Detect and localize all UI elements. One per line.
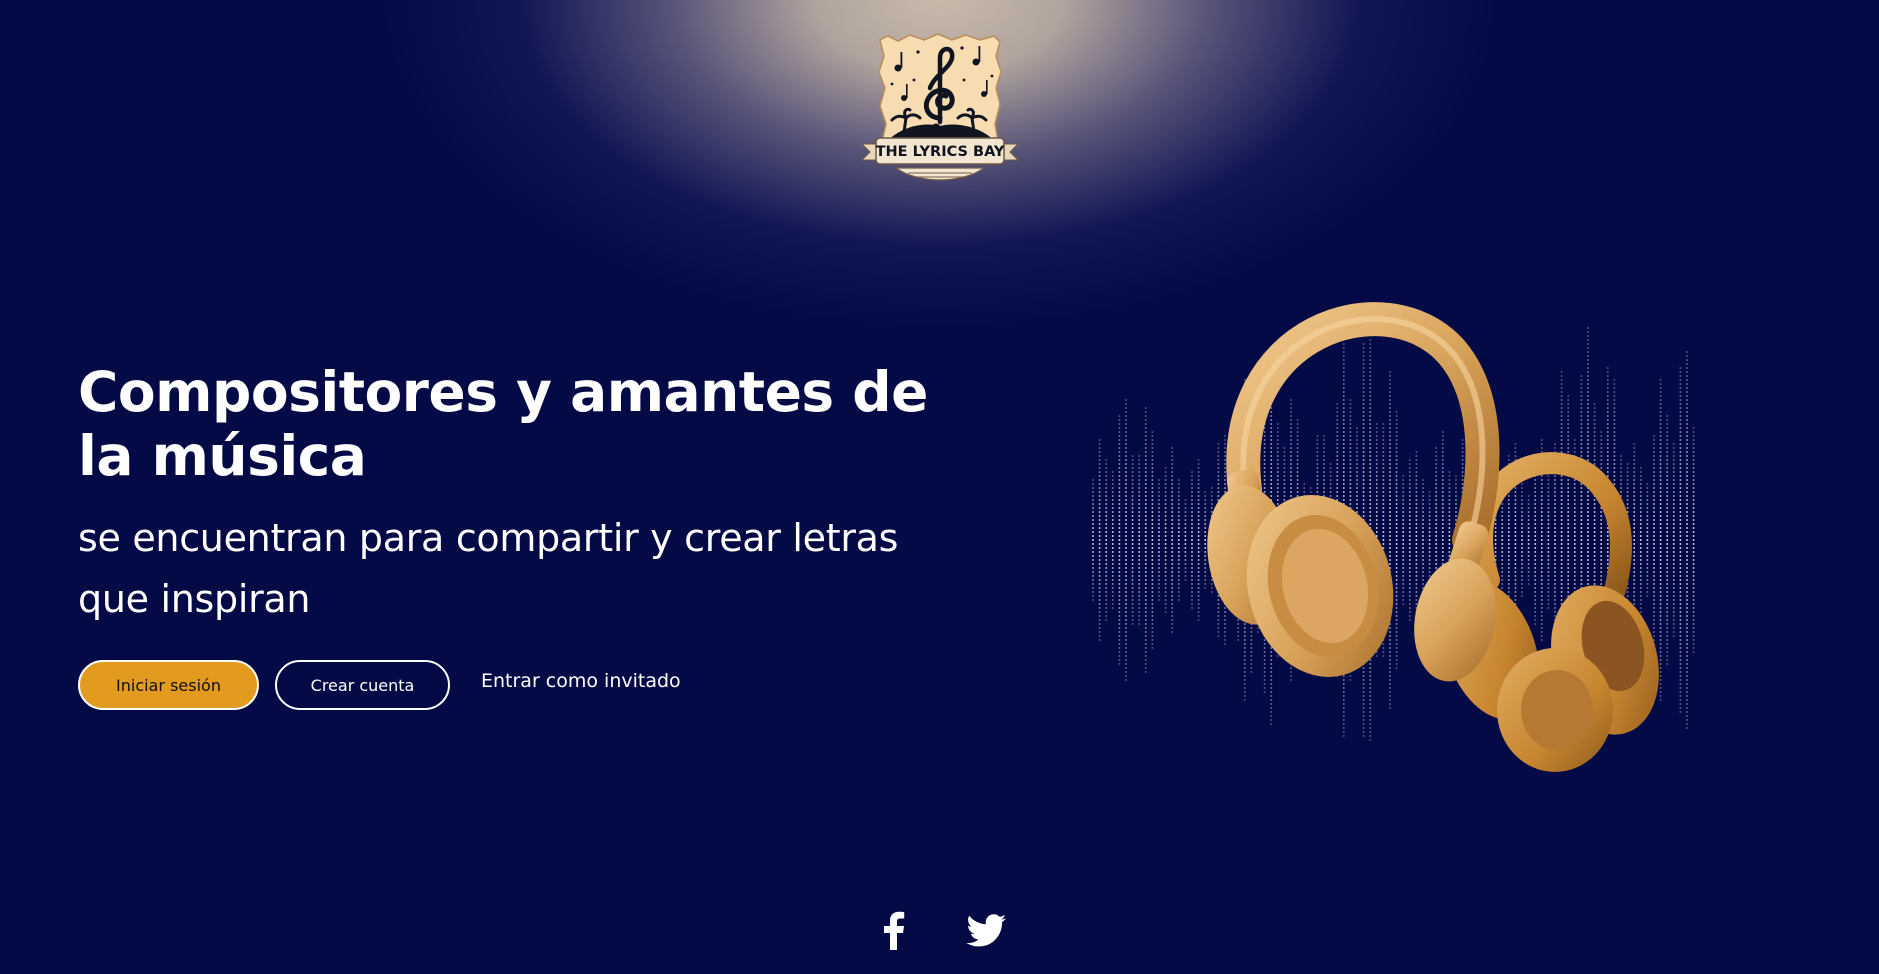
facebook-icon[interactable] <box>872 908 916 952</box>
create-account-button[interactable]: Crear cuenta <box>275 660 450 710</box>
logo-text: THE LYRICS BAY <box>876 144 1005 160</box>
guest-entry-link[interactable]: Entrar como invitado <box>481 670 681 692</box>
logo-image: THE LYRICS BAY <box>860 33 1020 181</box>
headphones-illustration <box>1085 290 1800 820</box>
landing-page: THE LYRICS BAY Compositores y amantes de… <box>0 0 1879 974</box>
logo: THE LYRICS BAY <box>858 32 1022 192</box>
twitter-icon[interactable] <box>964 908 1008 952</box>
social-links <box>0 908 1879 952</box>
login-button[interactable]: Iniciar sesión <box>78 660 259 710</box>
hero-subtitle: se encuentran para compartir y crear let… <box>78 516 899 621</box>
hero-title: Compositores y amantes de la música <box>78 360 928 488</box>
